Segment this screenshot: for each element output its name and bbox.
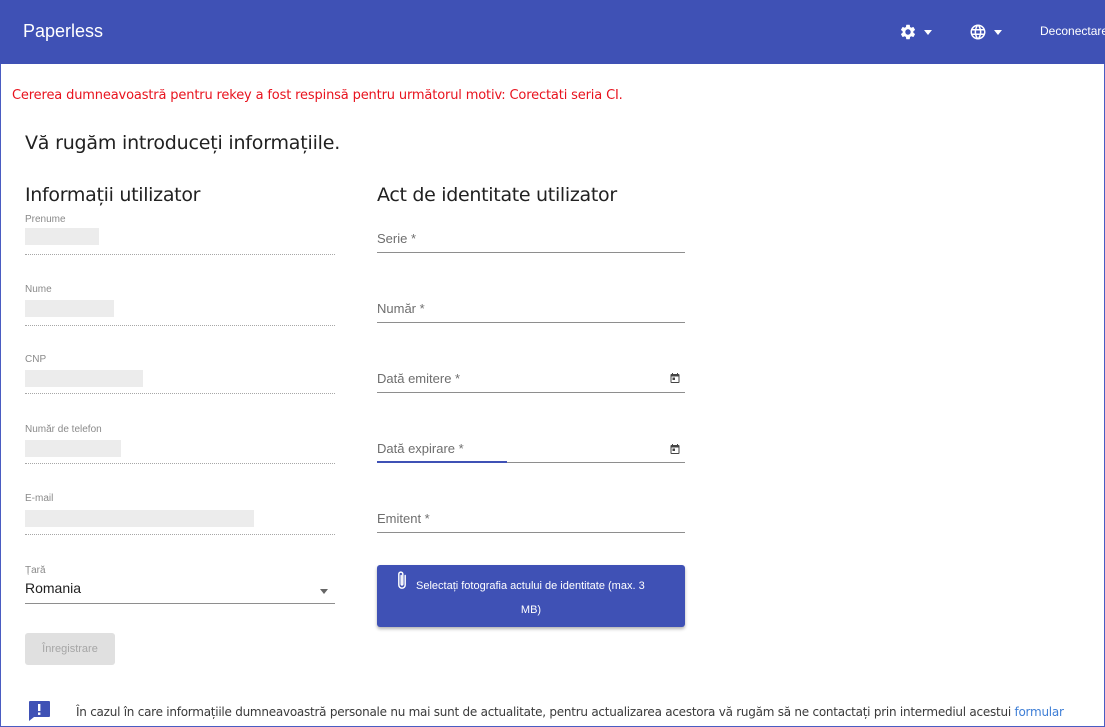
series-field[interactable]: Serie * xyxy=(377,231,416,246)
email-underline xyxy=(25,534,335,535)
last-name-underline xyxy=(25,325,335,326)
app-title[interactable]: Paperless xyxy=(23,21,103,42)
id-card-title: Act de identitate utilizator xyxy=(377,184,617,206)
cnp-underline xyxy=(25,393,335,394)
first-name-underline xyxy=(25,254,335,255)
feedback-icon xyxy=(29,701,50,721)
country-value[interactable]: Romania xyxy=(25,580,81,596)
series-underline xyxy=(377,252,685,253)
first-name-label: Prenume xyxy=(25,214,66,225)
phone-value xyxy=(25,440,121,457)
globe-icon xyxy=(970,24,986,40)
top-app-bar: Paperless Deconectare xyxy=(0,0,1105,64)
info-notice-text: În cazul în care informațiile dumneavoas… xyxy=(76,705,1015,719)
logout-button[interactable]: Deconectare xyxy=(1040,24,1105,38)
email-label: E-mail xyxy=(25,493,54,504)
issue-date-underline xyxy=(377,392,685,393)
info-notice: În cazul în care informațiile dumneavoas… xyxy=(76,705,1064,719)
page-title: Vă rugăm introduceți informațiile. xyxy=(25,132,341,154)
country-label: Țară xyxy=(25,565,46,576)
cnp-value xyxy=(25,370,143,387)
last-name-label: Nume xyxy=(25,284,52,295)
issuer-underline xyxy=(377,532,685,533)
first-name-value xyxy=(25,228,99,245)
number-underline xyxy=(377,322,685,323)
expiry-date-field[interactable]: Dată expirare * xyxy=(377,441,464,456)
calendar-icon[interactable] xyxy=(669,372,681,384)
expiry-date-focus-indicator xyxy=(377,461,507,463)
phone-underline xyxy=(25,463,335,464)
cnp-label: CNP xyxy=(25,354,47,365)
last-name-value xyxy=(25,300,114,317)
issuer-field[interactable]: Emitent * xyxy=(377,511,430,526)
register-button[interactable]: Înregistrare xyxy=(25,633,115,665)
form-link[interactable]: formular xyxy=(1014,705,1063,719)
chevron-down-icon xyxy=(924,29,932,35)
paperclip-icon xyxy=(398,571,406,589)
chevron-down-icon[interactable] xyxy=(320,589,328,594)
upload-id-photo-button[interactable]: Selectați fotografia actului de identita… xyxy=(377,565,685,627)
language-menu-button[interactable] xyxy=(969,18,1002,46)
chevron-down-icon xyxy=(994,29,1002,35)
upload-button-label-line2: MB) xyxy=(520,604,542,616)
phone-label: Număr de telefon xyxy=(25,424,102,435)
email-value xyxy=(25,510,254,527)
country-underline xyxy=(25,603,335,604)
number-field[interactable]: Număr * xyxy=(377,301,425,316)
user-info-title: Informații utilizator xyxy=(25,184,201,206)
calendar-icon[interactable] xyxy=(669,443,681,455)
rejection-error-message: Cererea dumneavoastră pentru rekey a fos… xyxy=(12,88,623,103)
gear-icon xyxy=(900,24,916,40)
settings-menu-button[interactable] xyxy=(899,18,932,46)
issue-date-field[interactable]: Dată emitere * xyxy=(377,371,460,386)
